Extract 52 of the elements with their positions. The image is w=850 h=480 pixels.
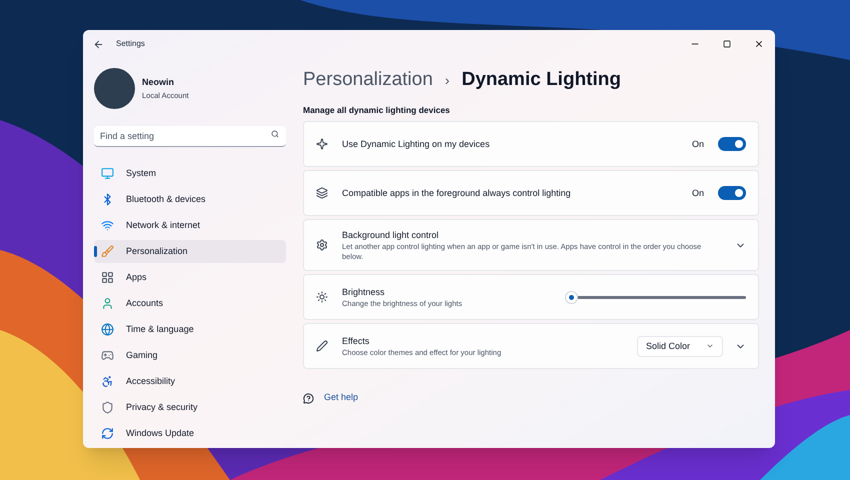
gamepad-icon [101,349,114,362]
back-icon[interactable] [93,38,104,50]
nav-item[interactable]: Windows Update [94,422,286,445]
account-name: Neowin [142,76,176,90]
section-title: Manage all dynamic lighting devices [303,104,451,116]
sparkle-icon [316,138,328,150]
nav-item[interactable]: Apps [94,266,286,289]
bluetooth-icon [101,193,114,206]
toggle-switch[interactable] [718,137,746,152]
breadcrumb-parent[interactable]: Personalization [303,66,433,94]
nav-item[interactable]: Bluetooth & devices [94,188,286,211]
pen-icon [316,340,328,352]
get-help-link[interactable]: Get help [324,391,358,405]
nav-item[interactable]: Accessibility [94,370,286,393]
toggle-state-text: On [692,186,704,200]
nav-item[interactable]: Network & internet [94,214,286,237]
nav-item[interactable]: System [94,162,286,185]
nav-item[interactable]: Gaming [94,344,286,367]
accessibility-icon [101,375,114,388]
slider-thumb[interactable] [566,292,577,303]
grid-icon [101,271,114,284]
nav-item[interactable]: Personalization [94,240,286,263]
toggle-switch[interactable] [718,186,746,200]
help-icon [303,392,314,404]
setting-title: Brightness [342,286,386,299]
toggle-state-text: On [692,138,704,150]
nav-item[interactable]: Privacy & security [94,396,286,419]
window-title: Settings [116,38,145,50]
nav-item[interactable]: Time & language [94,318,286,341]
search-field[interactable]: Find a setting [94,126,286,147]
shield-icon [101,401,114,414]
setting-title: Use Dynamic Lighting on my devices [342,138,491,151]
gear-icon [316,239,328,252]
person-icon [101,297,114,310]
avatar [94,68,135,109]
refresh-icon [101,427,114,440]
monitor-icon [101,167,114,180]
maximize-icon [723,40,731,48]
sun-icon [316,291,328,304]
setting-title: Effects [342,334,370,348]
effect-dropdown[interactable]: Solid Color [637,336,723,357]
brush-icon [101,245,114,258]
slider-track[interactable] [566,292,746,303]
breadcrumb-separator: › [444,70,450,90]
layers-icon [316,187,328,200]
setting-title: Background light control [342,228,440,242]
nav-item[interactable]: Accounts [94,292,286,315]
globe-icon [101,323,114,336]
page-title: Dynamic Lighting [462,68,621,92]
search-icon [271,130,279,138]
close-icon [754,39,764,49]
setting-title: Compatible apps in the foreground always control lighting [342,186,572,200]
